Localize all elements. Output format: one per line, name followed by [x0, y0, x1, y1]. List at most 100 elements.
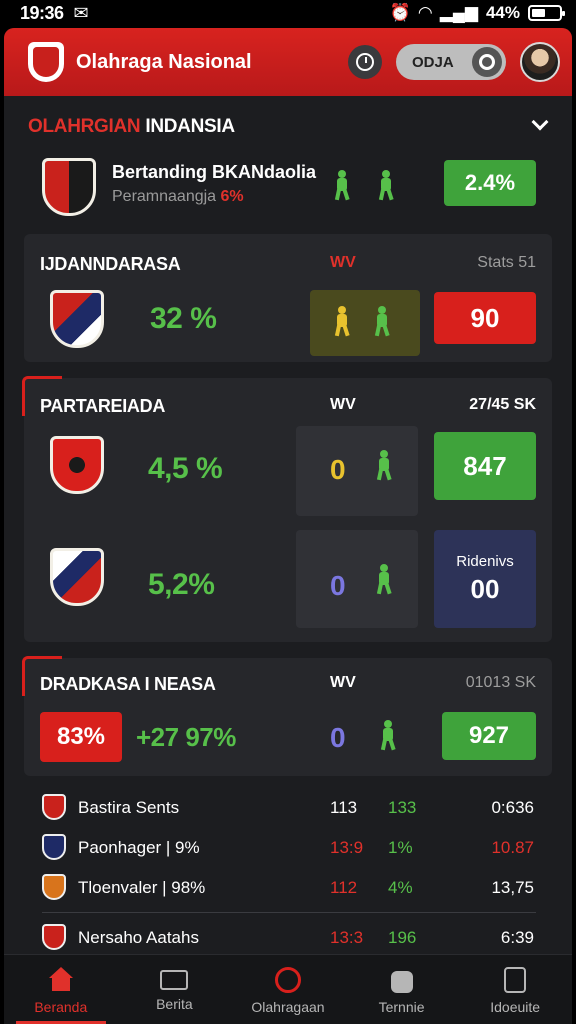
column-header: WV — [330, 254, 356, 271]
team-crest-icon — [42, 874, 66, 900]
column-header: 01013 SK — [465, 674, 536, 691]
stat-value: 10.87 — [491, 838, 534, 857]
signal-icon: ▂▄▆ — [439, 3, 478, 22]
doc-icon — [504, 967, 527, 993]
score-badge[interactable]: 90 — [434, 292, 536, 344]
win-percent: 4,5 % — [148, 452, 223, 485]
stat-value: 13:3 — [330, 928, 364, 947]
toggle-knob — [472, 47, 502, 77]
battery-icon — [528, 5, 565, 21]
stat-value: 13,75 — [491, 878, 534, 897]
card-title: DRADKASA I NEASA — [40, 674, 216, 694]
list-item[interactable]: Nersaho Aatahs 13:3 196 6:39 — [4, 918, 572, 958]
stat-value: 6:39 — [500, 928, 534, 947]
player-icon — [372, 306, 392, 337]
match-card[interactable]: IJDANNDARASA WV Stats 51 32 % 90 — [24, 234, 552, 362]
clock-icon — [356, 53, 374, 71]
player-icon — [332, 170, 352, 201]
nav-item-news[interactable]: Berita — [118, 955, 232, 1024]
ball-icon — [274, 967, 301, 993]
player-icon — [374, 450, 394, 481]
team-name: Tloenvaler | 98% — [78, 878, 206, 897]
card-title: IJDANNDARASA — [40, 254, 181, 274]
player-icon — [376, 170, 396, 201]
player-icon — [332, 306, 352, 337]
alarm-icon: ⏰ — [389, 3, 411, 22]
mode-toggle[interactable]: ODJA — [396, 44, 506, 80]
bottom-nav: Beranda Berita Olahragaan Ternnie Idoeui… — [4, 954, 572, 1024]
divider — [42, 912, 536, 913]
nav-item-sports[interactable]: Olahragaan — [231, 955, 345, 1024]
list-item[interactable]: Bastira Sents 113 133 0:636 — [4, 788, 572, 828]
team-name: Bastira Sents — [78, 798, 180, 817]
list-item[interactable]: Paonhager | 9% 13:9 1% 10.87 — [4, 828, 572, 868]
stat-badge[interactable]: Ridenivs 00 — [434, 530, 536, 628]
score-box — [296, 530, 418, 628]
win-percent: 32 % — [150, 302, 217, 335]
win-percent: 5,2% — [148, 568, 215, 601]
app-title: Olahraga Nasional — [76, 50, 252, 73]
team-name: Paonhager | 9% — [78, 838, 200, 857]
chevron-down-icon[interactable] — [531, 113, 549, 131]
player-icon — [374, 564, 394, 595]
match-card[interactable]: PARTAREIADA WV 27/45 SK 4,5 % 0 847 5,2%… — [22, 376, 552, 642]
column-header: WV — [330, 674, 356, 691]
score-value: 0 — [330, 570, 346, 601]
stat-value: 13:9 — [330, 838, 364, 857]
nav-label: Ternnie — [378, 999, 425, 1015]
tv-icon — [160, 970, 189, 990]
app-frame: Olahraga Nasional ODJA OLAHRGIAN INDANSI… — [4, 28, 572, 1024]
nav-label: Olahragaan — [251, 999, 325, 1015]
bag-icon — [390, 971, 413, 993]
nav-label: Berita — [156, 996, 193, 1012]
player-box — [310, 290, 420, 356]
list-item[interactable]: Tloenvaler | 98% 112 4% 13,75 — [4, 868, 572, 908]
team-crest-icon — [42, 794, 66, 820]
mail-icon: ✉ — [73, 2, 89, 23]
home-icon — [47, 967, 75, 993]
score-badge[interactable]: 927 — [442, 712, 536, 760]
score-value: 0 — [330, 722, 346, 753]
status-time: 19:36 — [20, 2, 64, 23]
wifi-icon: ◠ — [418, 3, 432, 22]
team-crest-icon — [50, 436, 104, 494]
percent-badge[interactable]: 2.4% — [444, 160, 536, 206]
stat-value: 196 — [388, 928, 417, 947]
app-header: Olahraga Nasional ODJA — [4, 28, 572, 96]
nav-label: Idoeuite — [490, 999, 541, 1015]
team-crest-icon — [50, 290, 104, 348]
stat-value: 112 — [330, 878, 358, 897]
score-box — [296, 426, 418, 516]
player-icon — [378, 720, 398, 751]
team-crest-icon — [50, 548, 104, 606]
team-crest-icon — [42, 834, 66, 860]
column-header: WV — [330, 396, 356, 413]
match-card[interactable]: DRADKASA I NEASA WV 01013 SK 83% +27 97%… — [22, 656, 552, 776]
nav-item-shop[interactable]: Ternnie — [345, 955, 459, 1024]
section-title: OLAHRGIAN INDANSIA — [28, 116, 235, 137]
column-header: Stats 51 — [477, 254, 536, 271]
trend-value: +27 97% — [136, 722, 236, 752]
team-name: Nersaho Aatahs — [78, 928, 199, 947]
percent-badge[interactable]: 83% — [40, 712, 122, 762]
stat-value: 0:636 — [491, 798, 534, 817]
column-header: 27/45 SK — [469, 396, 536, 413]
stat-value: 133 — [388, 798, 417, 817]
section-national: OLAHRGIAN INDANSIA Bertanding BKANdaolia… — [4, 100, 572, 222]
stat-value: 1% — [388, 838, 413, 857]
status-bar: 19:36 ✉ ⏰ ◠ ▂▄▆ 44% — [0, 0, 576, 26]
team-crest-icon — [42, 924, 66, 950]
history-button[interactable] — [348, 45, 382, 79]
match-subtitle: Peramnaangja 6% — [112, 188, 244, 205]
card-title: PARTAREIADA — [40, 396, 166, 416]
nav-item-docs[interactable]: Idoeuite — [458, 955, 572, 1024]
nav-label: Beranda — [34, 999, 88, 1015]
avatar[interactable] — [520, 42, 560, 82]
nav-item-home[interactable]: Beranda — [4, 955, 118, 1024]
score-value: 0 — [330, 454, 346, 485]
battery-percent: 44% — [485, 3, 520, 22]
team-crest-icon — [42, 158, 96, 216]
match-title: Bertanding BKANdaolia — [112, 162, 317, 182]
app-logo-icon[interactable] — [28, 42, 64, 82]
stat-badge[interactable]: 847 — [434, 432, 536, 500]
